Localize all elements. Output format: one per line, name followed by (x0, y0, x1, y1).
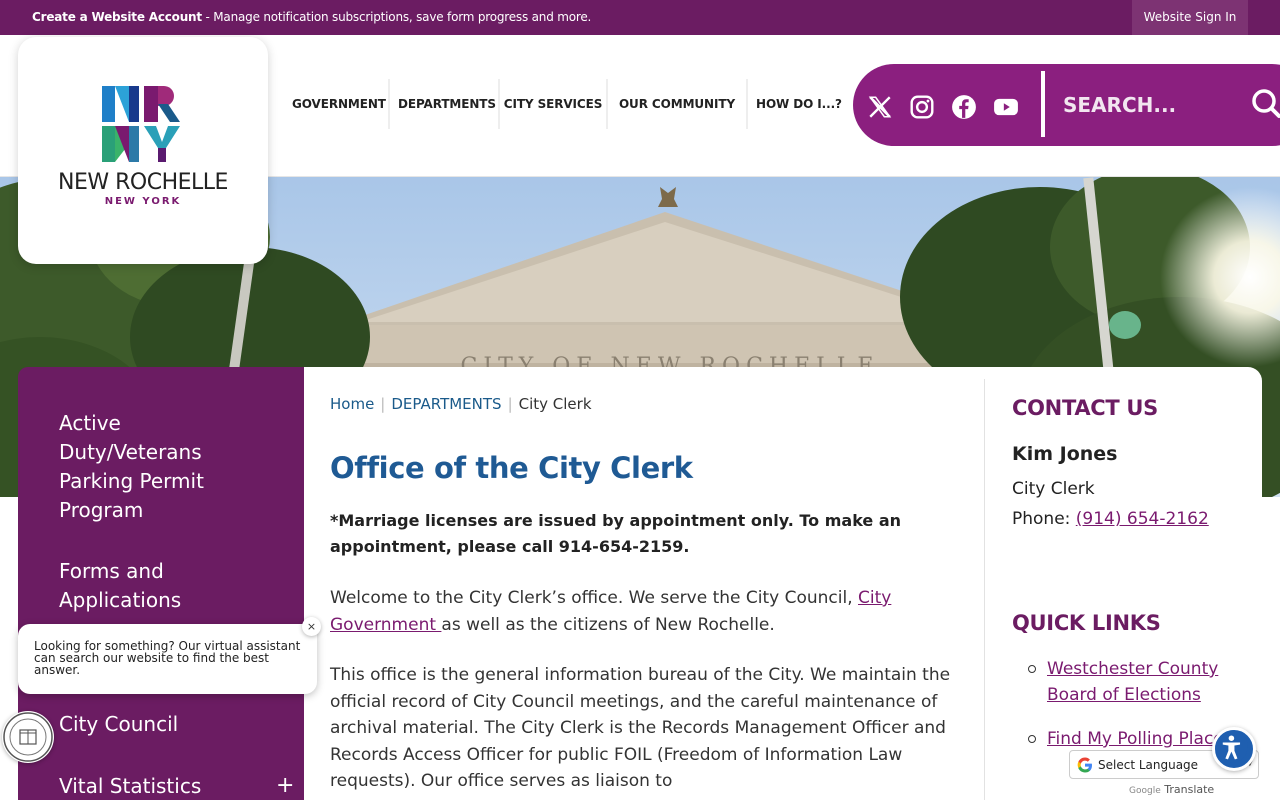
logo-city-name: NEW ROCHELLE (58, 170, 228, 195)
powered-by-google: Google Translate (1129, 783, 1214, 796)
section-sidebar: Active Duty/Veterans Parking Permit Prog… (18, 367, 304, 800)
quick-links-heading: QUICK LINKS (1012, 611, 1161, 635)
welcome-text: Welcome to the City Clerk’s office. We s… (330, 588, 859, 608)
select-language-label: Select Language (1098, 758, 1199, 772)
youtube-icon[interactable] (993, 94, 1019, 120)
social-search-divider (1041, 71, 1045, 137)
facebook-icon[interactable] (951, 94, 977, 120)
sidebar-item-city-council[interactable]: City Council (59, 710, 259, 739)
city-seal-chat-icon[interactable] (2, 711, 54, 763)
main-nav: GOVERNMENT DEPARTMENTS CITY SERVICES OUR… (284, 79, 842, 129)
social-search-bar (853, 64, 1280, 146)
sidebar-item-forms[interactable]: Forms and Applications (59, 557, 259, 615)
breadcrumb: Home | DEPARTMENTS | City Clerk (330, 395, 592, 413)
top-bar: Create a Website Account - Manage notifi… (0, 0, 1280, 35)
page-title: Office of the City Clerk (330, 451, 693, 485)
sidebar-item-veterans-parking[interactable]: Active Duty/Veterans Parking Permit Prog… (59, 409, 259, 525)
virtual-assistant-message: Looking for something? Our virtual assis… (34, 639, 301, 677)
column-divider (984, 379, 985, 800)
site-logo[interactable]: NEW ROCHELLE NEW YORK (18, 37, 268, 264)
x-icon[interactable] (867, 94, 893, 120)
search-icon[interactable] (1249, 86, 1280, 120)
welcome-paragraph: Welcome to the City Clerk’s office. We s… (330, 585, 955, 638)
breadcrumb-home[interactable]: Home (330, 395, 374, 413)
contact-title: City Clerk (1012, 479, 1095, 499)
expand-vital-statistics-button[interactable]: + (276, 773, 294, 798)
breadcrumb-current: City Clerk (518, 395, 592, 413)
google-wordmark: Google (1129, 786, 1161, 796)
list-bullet (1028, 665, 1036, 673)
translate-label[interactable]: Translate (1164, 783, 1214, 796)
quick-link-westchester-elections[interactable]: Westchester County Board of Elections (1047, 656, 1247, 708)
marriage-license-notice: *Marriage licenses are issued by appoint… (330, 511, 902, 556)
instagram-icon[interactable] (909, 94, 935, 120)
welcome-text-end: as well as the citizens of New Rochelle. (441, 614, 775, 635)
main-content: Home | DEPARTMENTS | City Clerk Office of th… (304, 367, 1262, 800)
nav-departments[interactable]: DEPARTMENTS (390, 79, 500, 129)
sign-in-button[interactable]: Website Sign In (1132, 0, 1248, 35)
phone-label: Phone: (1012, 509, 1076, 529)
search-input[interactable] (1063, 86, 1233, 124)
google-g-icon (1077, 757, 1092, 773)
nav-city-services[interactable]: CITY SERVICES (500, 79, 608, 129)
virtual-assistant-popup[interactable]: Looking for something? Our virtual assis… (18, 624, 317, 694)
breadcrumb-separator: | (507, 395, 513, 413)
contact-phone: Phone: (914) 654-2162 (1012, 509, 1209, 529)
contact-heading: CONTACT US (1012, 396, 1159, 420)
create-account-message[interactable]: Create a Website Account - Manage notifi… (32, 10, 591, 24)
nav-government[interactable]: GOVERNMENT (284, 79, 390, 129)
close-chat-button[interactable]: × (302, 617, 321, 636)
logo-state-name: NEW YORK (104, 196, 182, 207)
office-description-paragraph: This office is the general information b… (330, 665, 951, 791)
nr-ny-logo-mark (102, 86, 180, 162)
breadcrumb-separator: | (380, 395, 386, 413)
list-bullet (1028, 735, 1036, 743)
nav-our-community[interactable]: OUR COMMUNITY (608, 79, 748, 129)
sidebar-item-vital-statistics[interactable]: Vital Statistics (59, 772, 259, 800)
create-account-link[interactable]: Create a Website Account (32, 10, 202, 24)
phone-link[interactable]: (914) 654-2162 (1076, 509, 1209, 529)
create-account-description: - Manage notification subscriptions, sav… (201, 10, 592, 24)
accessibility-icon[interactable] (1212, 727, 1256, 771)
contact-name: Kim Jones (1012, 443, 1118, 465)
breadcrumb-departments[interactable]: DEPARTMENTS (391, 395, 501, 413)
nav-how-do-i[interactable]: HOW DO I...? (748, 79, 842, 129)
